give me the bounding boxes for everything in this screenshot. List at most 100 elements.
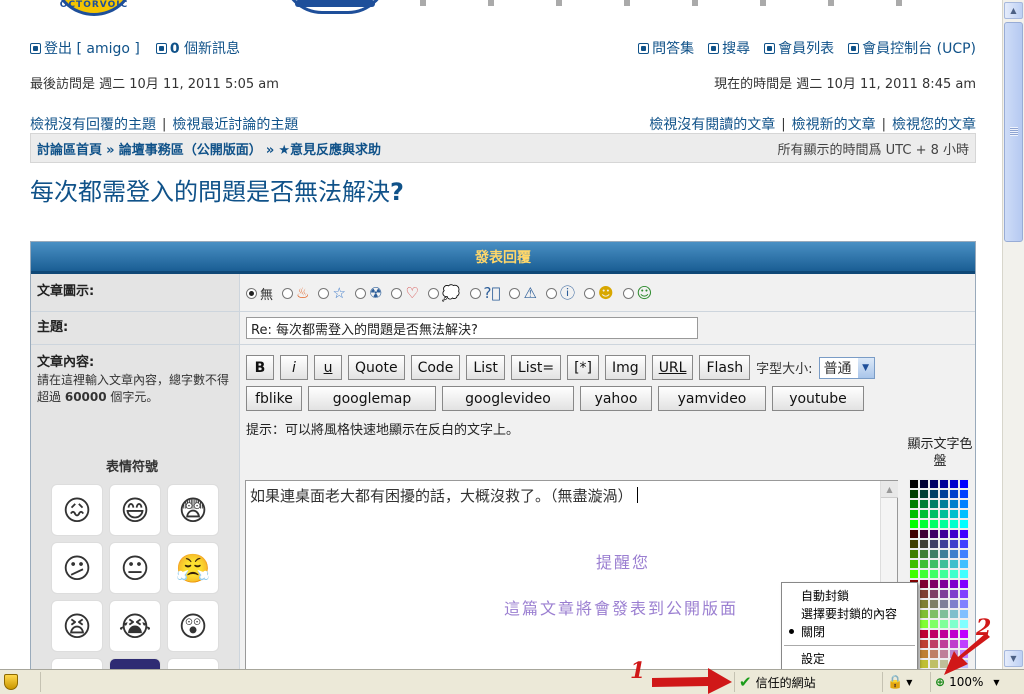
ucp-link[interactable]: 會員控制台 (UCP) <box>848 38 976 58</box>
color-swatch[interactable] <box>949 529 959 539</box>
color-swatch[interactable] <box>949 609 959 619</box>
chevron-down-icon[interactable]: ▼ <box>906 678 912 687</box>
color-swatch[interactable] <box>929 529 939 539</box>
color-swatch[interactable] <box>939 539 949 549</box>
color-swatch[interactable] <box>909 489 919 499</box>
code-button[interactable]: Code <box>410 355 461 380</box>
color-swatch[interactable] <box>919 529 929 539</box>
color-swatch[interactable] <box>929 489 939 499</box>
color-swatch[interactable] <box>939 589 949 599</box>
color-swatch[interactable] <box>919 569 929 579</box>
page-scrollbar[interactable]: ▲ ▼ <box>1002 0 1024 669</box>
color-swatch[interactable] <box>959 519 969 529</box>
color-swatch[interactable] <box>909 499 919 509</box>
color-swatch[interactable] <box>949 629 959 639</box>
security-zone[interactable]: ✔ 信任的網站 <box>734 672 882 692</box>
smiley-icon[interactable]: 😐 <box>109 542 161 594</box>
menu-item-auto-block[interactable]: 自動封鎖 <box>782 587 917 605</box>
color-swatch[interactable] <box>939 549 949 559</box>
color-swatch[interactable] <box>949 479 959 489</box>
color-swatch[interactable] <box>919 599 929 609</box>
chevron-down-icon[interactable]: ▼ <box>993 678 999 687</box>
scrollbar-thumb[interactable] <box>1004 22 1023 242</box>
color-swatch[interactable] <box>949 589 959 599</box>
color-swatch[interactable] <box>929 559 939 569</box>
list-ordered-button[interactable]: List= <box>510 355 562 380</box>
smiley-icon[interactable]: 😭 <box>109 600 161 652</box>
color-swatch[interactable] <box>949 599 959 609</box>
color-swatch[interactable] <box>949 649 959 659</box>
color-swatch[interactable] <box>929 549 939 559</box>
smiley-icon[interactable]: 😖 <box>51 484 103 536</box>
list-item-button[interactable]: [*] <box>567 355 600 380</box>
color-palette[interactable] <box>909 479 969 679</box>
color-swatch[interactable] <box>939 509 949 519</box>
list-button[interactable]: List <box>466 355 505 380</box>
color-swatch[interactable] <box>959 489 969 499</box>
color-swatch[interactable] <box>949 549 959 559</box>
color-swatch[interactable] <box>909 529 919 539</box>
color-swatch[interactable] <box>939 639 949 649</box>
breadcrumb-forum[interactable]: 論壇事務區（公開版面） <box>119 143 262 158</box>
color-swatch[interactable] <box>959 659 969 669</box>
smiley-icon[interactable]: 😨 <box>167 484 219 536</box>
youtube-button[interactable]: youtube <box>772 386 864 411</box>
color-swatch[interactable] <box>909 519 919 529</box>
color-swatch[interactable] <box>909 559 919 569</box>
radio-selected[interactable] <box>246 288 257 299</box>
img-button[interactable]: Img <box>605 355 646 380</box>
color-swatch[interactable] <box>909 569 919 579</box>
color-swatch[interactable] <box>959 649 969 659</box>
color-swatch[interactable] <box>919 539 929 549</box>
color-swatch[interactable] <box>949 539 959 549</box>
color-swatch[interactable] <box>919 649 929 659</box>
menu-item-settings[interactable]: 設定 <box>782 650 917 668</box>
color-swatch[interactable] <box>919 609 929 619</box>
color-swatch[interactable] <box>919 579 929 589</box>
site-logo[interactable]: OCTORVOIC <box>52 0 136 16</box>
color-swatch[interactable] <box>919 629 929 639</box>
menu-item-select-blocked[interactable]: 選擇要封鎖的內容 <box>782 605 917 623</box>
color-swatch[interactable] <box>929 629 939 639</box>
color-swatch[interactable] <box>959 609 969 619</box>
color-swatch[interactable] <box>939 579 949 589</box>
color-swatch[interactable] <box>959 539 969 549</box>
color-swatch[interactable] <box>949 619 959 629</box>
color-swatch[interactable] <box>939 629 949 639</box>
color-swatch[interactable] <box>959 559 969 569</box>
popup-blocker-status[interactable]: 🔒 ▼ <box>882 672 930 692</box>
page-title[interactable]: 每次都需登入的問題是否無法解決? <box>30 172 404 207</box>
color-swatch[interactable] <box>929 619 939 629</box>
color-swatch[interactable] <box>959 629 969 639</box>
color-swatch[interactable] <box>939 499 949 509</box>
color-swatch[interactable] <box>929 509 939 519</box>
color-swatch[interactable] <box>949 509 959 519</box>
color-swatch[interactable] <box>929 499 939 509</box>
color-swatch[interactable] <box>939 599 949 609</box>
color-swatch[interactable] <box>949 559 959 569</box>
memberlist-link[interactable]: 會員列表 <box>764 38 834 58</box>
color-swatch[interactable] <box>929 639 939 649</box>
icon-option-none[interactable]: 無 <box>246 284 273 303</box>
color-swatch[interactable] <box>919 549 929 559</box>
logout-link[interactable]: 登出 [ amigo ] <box>30 38 140 58</box>
new-messages-link[interactable]: 0 個新訊息 <box>155 38 240 58</box>
new-posts-link[interactable]: 檢視新的文章 <box>792 114 876 134</box>
color-swatch[interactable] <box>919 589 929 599</box>
color-swatch[interactable] <box>959 509 969 519</box>
color-swatch[interactable] <box>909 549 919 559</box>
color-swatch[interactable] <box>959 639 969 649</box>
color-swatch[interactable] <box>949 579 959 589</box>
smiley-icon[interactable]: 😲 <box>167 600 219 652</box>
smiley-icon[interactable]: 😤 <box>167 542 219 594</box>
color-swatch[interactable] <box>939 479 949 489</box>
color-swatch[interactable] <box>939 609 949 619</box>
color-swatch[interactable] <box>919 619 929 629</box>
color-swatch[interactable] <box>919 519 929 529</box>
color-swatch[interactable] <box>929 589 939 599</box>
color-swatch[interactable] <box>949 489 959 499</box>
url-button[interactable]: URL <box>651 355 694 380</box>
color-swatch[interactable] <box>949 569 959 579</box>
scroll-up-icon[interactable]: ▲ <box>1004 2 1023 19</box>
unread-posts-link[interactable]: 檢視沒有閱讀的文章 <box>649 114 775 134</box>
